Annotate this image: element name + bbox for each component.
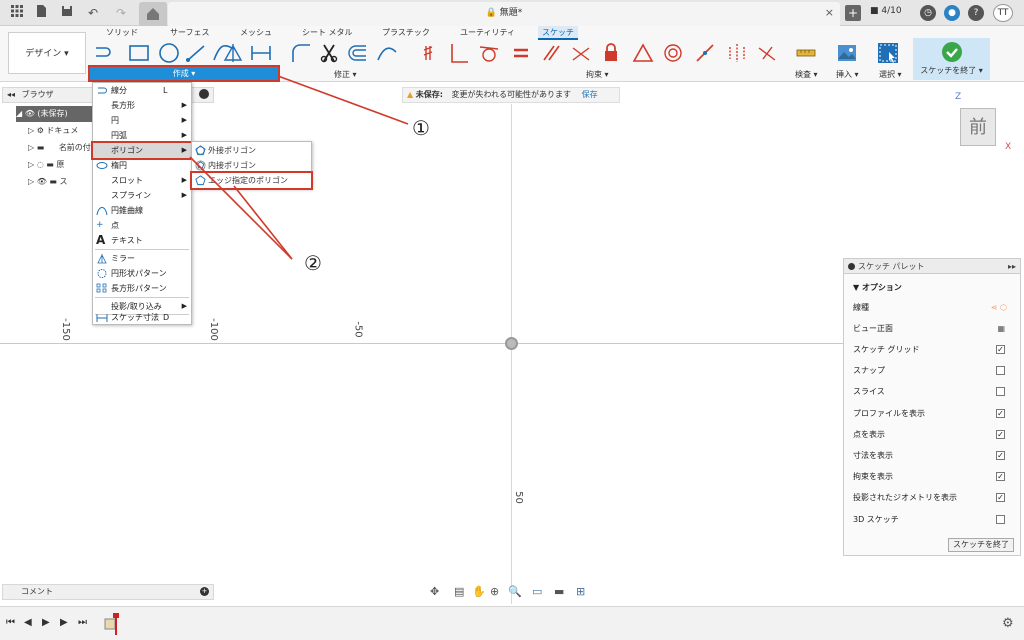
look-at-icon[interactable]: ▦ (997, 318, 1005, 339)
palette-row-show-dimensions: 寸法を表示 ✓ (853, 451, 1005, 460)
timeline-play-icon[interactable]: ▶ (42, 617, 50, 628)
slice-checkbox[interactable] (996, 387, 1005, 396)
palette-toggle-icon[interactable] (848, 263, 855, 270)
callout-marker-2: ② (304, 251, 322, 275)
palette-row-sketch-grid: スケッチ グリッド ✓ (853, 345, 1005, 354)
fit-icon[interactable]: 🔍 (508, 585, 522, 598)
grid-settings-icon[interactable]: ▬ (554, 585, 564, 598)
timeline-back-icon[interactable]: ◀ (24, 617, 32, 628)
palette-header[interactable]: スケッチ パレット ▸▸ (844, 259, 1020, 274)
palette-section-options[interactable]: ▼ オプション (853, 277, 1013, 298)
timeline-start-icon[interactable]: ⏮ (6, 617, 15, 628)
timeline-bar: ⏮ ◀ ▶ ▶ ⏭ ⚙ (0, 606, 1024, 640)
palette-row-show-profile: プロファイルを表示 ✓ (853, 409, 1005, 418)
linetype-icon[interactable]: ⋖ ⬡ (991, 297, 1007, 318)
viewports-icon[interactable]: ⊞ (576, 585, 585, 598)
show-dimensions-checkbox[interactable]: ✓ (996, 451, 1005, 460)
palette-finish-sketch-button[interactable]: スケッチを終了 (948, 538, 1014, 552)
zoom-icon[interactable]: ⊕ (490, 585, 499, 598)
show-points-checkbox[interactable]: ✓ (996, 430, 1005, 439)
timeline-end-icon[interactable]: ⏭ (78, 617, 87, 628)
orbit-icon[interactable]: ✥ (430, 585, 439, 598)
show-constraints-checkbox[interactable]: ✓ (996, 472, 1005, 481)
timeline-settings-icon[interactable]: ⚙ (1002, 616, 1014, 631)
palette-row-slice: スライス (853, 381, 1013, 402)
callout-marker-1: ① (412, 116, 430, 140)
palette-row-3d-sketch: 3D スケッチ (853, 509, 1013, 530)
sketch-grid-checkbox[interactable]: ✓ (996, 345, 1005, 354)
timeline-forward-icon[interactable]: ▶ (60, 617, 68, 628)
display-settings-icon[interactable]: ▭ (532, 585, 542, 598)
show-profile-checkbox[interactable]: ✓ (996, 409, 1005, 418)
navigation-bar: ✥ ▤ ✋ ⊕ 🔍 ▭ ▬ ⊞ (428, 583, 598, 601)
look-at-nav-icon[interactable]: ▤ (454, 585, 464, 598)
pan-icon[interactable]: ✋ (472, 585, 486, 598)
show-projected-geometry-checkbox[interactable]: ✓ (996, 493, 1005, 502)
palette-row-linetype: 線種 ⋖ ⬡ (853, 297, 1013, 318)
palette-row-show-points: 点を表示 ✓ (853, 430, 1005, 439)
3d-sketch-checkbox[interactable] (996, 515, 1005, 524)
snap-checkbox[interactable] (996, 366, 1005, 375)
palette-expand-icon[interactable]: ▸▸ (1008, 259, 1016, 274)
palette-row-look-at: ビュー正面 ▦ (853, 318, 1013, 339)
comments-panel-header[interactable]: コメント + (2, 584, 214, 600)
sketch-feature-icon[interactable] (102, 613, 122, 637)
add-comment-icon[interactable]: + (200, 587, 209, 596)
palette-row-show-projected-geometry: 投影されたジオメトリを表示 ✓ (853, 493, 1005, 502)
palette-row-show-constraints: 拘束を表示 ✓ (853, 472, 1005, 481)
palette-row-snap: スナップ (853, 360, 1013, 381)
sketch-palette: スケッチ パレット ▸▸ ▼ オプション 線種 ⋖ ⬡ ビュー正面 ▦ スケッチ… (843, 258, 1021, 556)
